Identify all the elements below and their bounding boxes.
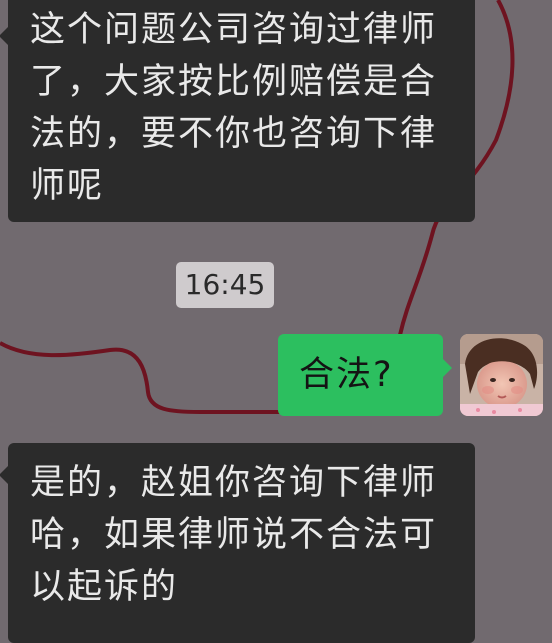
message-line: 是的，赵姐你咨询下律师	[30, 463, 438, 503]
incoming-message-2[interactable]: 是的，赵姐你咨询下律师 哈，如果律师说不合法可 以起诉的	[0, 443, 475, 643]
message-line: 以起诉的	[30, 567, 179, 607]
message-line: 这个问题公司咨询过律师	[30, 10, 438, 50]
message-line: 哈，如果律师说不合法可	[30, 515, 438, 555]
message-line: 了，大家按比例赔偿是合	[30, 62, 438, 102]
message-line: 法的，要不你也咨询下律	[30, 114, 438, 154]
self-avatar[interactable]	[460, 334, 543, 416]
outgoing-message[interactable]: 合法?	[278, 334, 452, 416]
message-text: 合法?	[299, 355, 394, 395]
message-timestamp: 16:45	[176, 262, 274, 308]
message-line: 师呢	[30, 166, 105, 206]
child-photo-avatar-icon	[460, 334, 543, 416]
incoming-message-1[interactable]: 这个问题公司咨询过律师 了，大家按比例赔偿是合 法的，要不你也咨询下律 师呢	[0, 0, 475, 222]
